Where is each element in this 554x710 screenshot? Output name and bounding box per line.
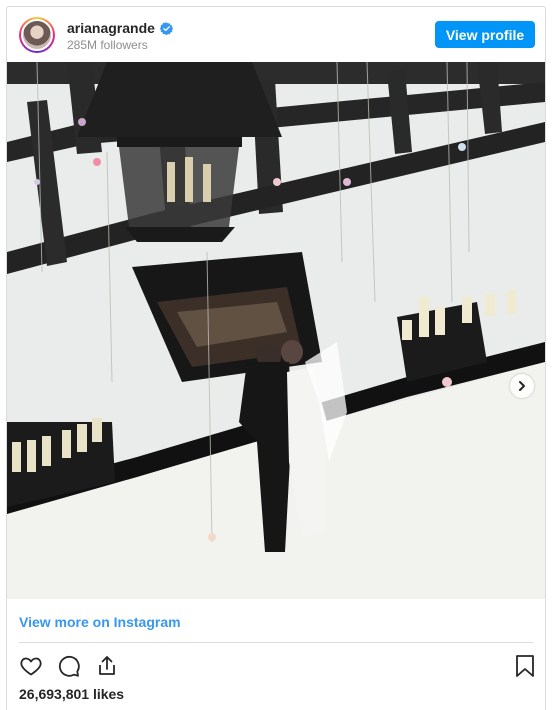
avatar[interactable] [19,17,55,53]
heart-icon [20,657,42,676]
chevron-right-icon [519,381,525,391]
share-icon [99,656,115,675]
save-button[interactable] [511,652,539,680]
like-count: 26,693,801 likes [19,686,125,702]
follower-count: 285M followers [67,38,148,52]
view-more-on-instagram-link[interactable]: View more on Instagram [19,614,181,630]
post-header: arianagrande 285M followers View profile [7,7,545,63]
view-profile-button[interactable]: View profile [435,21,535,48]
like-button[interactable] [17,652,45,680]
share-button[interactable] [93,652,121,680]
username[interactable]: arianagrande [67,20,155,36]
username-row: arianagrande [67,20,173,36]
carousel-next-button[interactable] [510,374,534,398]
wedding-photo-illustration [7,62,545,599]
divider [19,642,533,643]
action-bar [17,652,121,680]
post-photo[interactable] [7,62,545,599]
comment-icon [58,655,80,677]
bookmark-icon [516,655,534,677]
avatar-image [21,19,53,51]
comment-button[interactable] [55,652,83,680]
verified-badge-icon [159,21,173,35]
instagram-embed-card: arianagrande 285M followers View profile [6,6,546,710]
